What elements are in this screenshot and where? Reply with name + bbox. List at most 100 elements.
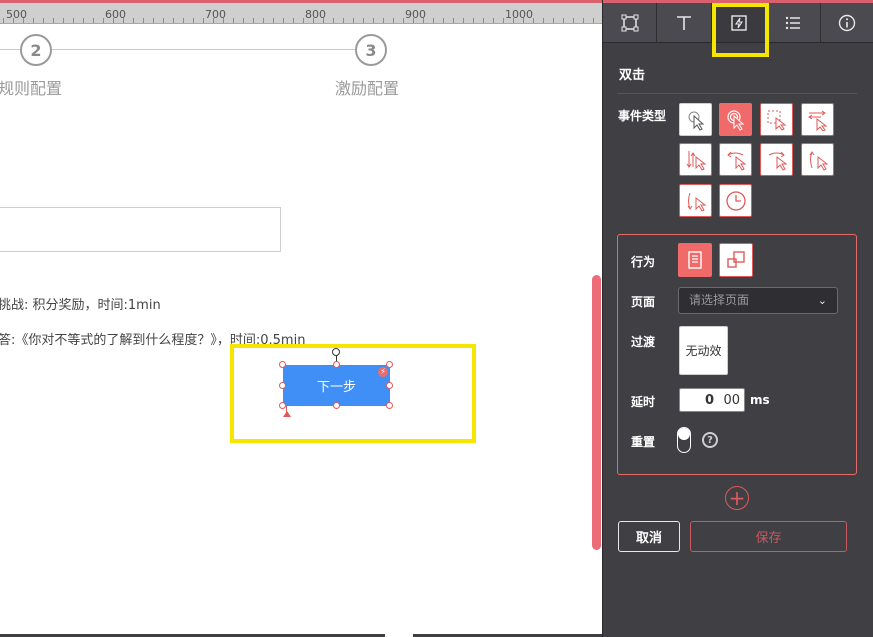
text-input-box[interactable]	[0, 207, 281, 252]
delay-ms-field[interactable]: 00	[718, 393, 744, 408]
ruler-tick	[543, 18, 544, 23]
delay-unit: ms	[750, 393, 770, 407]
step-connector	[52, 49, 355, 50]
ruler-tick	[293, 18, 294, 23]
behavior-open-popup[interactable]	[719, 243, 753, 277]
resize-handle-ne[interactable]	[386, 361, 393, 368]
info-icon	[839, 14, 856, 31]
event-click[interactable]	[679, 103, 712, 136]
ruler-label: 900	[405, 8, 426, 21]
ruler-tick	[373, 18, 374, 23]
cancel-button[interactable]: 取消	[618, 521, 680, 552]
ruler-label: 500	[6, 8, 27, 21]
ruler-tick	[533, 18, 534, 23]
page-select-placeholder: 请选择页面	[689, 293, 750, 307]
design-canvas[interactable]: 500 600 700 800 900 1000 2 规则配置 3 激励配置 挑…	[0, 0, 602, 637]
reset-toggle[interactable]	[677, 427, 691, 453]
ruler-tick	[243, 18, 244, 23]
ruler-tick	[93, 18, 94, 23]
transition-selector[interactable]: 无动效	[679, 326, 728, 375]
resize-handle-nw[interactable]	[279, 361, 286, 368]
challenge-info: 挑战: 积分奖励，时间:1min	[0, 298, 161, 313]
ruler-label: 800	[305, 8, 326, 21]
ruler-tick	[133, 18, 134, 23]
ruler-tick	[53, 18, 54, 23]
rotate-handle[interactable]	[332, 348, 340, 356]
resize-handle-se[interactable]	[386, 402, 393, 409]
delay-seconds-field[interactable]: 0	[680, 393, 718, 408]
event-swipe-up[interactable]	[801, 143, 834, 176]
save-button[interactable]: 保存	[690, 521, 847, 552]
ruler-tick	[403, 18, 404, 23]
ruler-tick	[583, 18, 584, 23]
anchor-icon	[283, 411, 291, 417]
ruler-tick	[463, 18, 464, 23]
ruler-tick	[333, 18, 334, 23]
resize-handle-s[interactable]	[333, 402, 340, 409]
event-type-label: 事件类型	[618, 109, 667, 123]
resize-handle-e[interactable]	[386, 382, 393, 389]
ruler-accent-line	[0, 0, 602, 3]
cursor-hover-icon	[767, 110, 786, 131]
ruler-tick	[263, 18, 264, 23]
event-swipe-down[interactable]	[679, 184, 712, 217]
ruler-tick	[493, 18, 494, 23]
event-section-title: 双击	[619, 68, 646, 83]
tab-info[interactable]	[821, 3, 873, 42]
scrollbar-thumb[interactable]	[592, 275, 601, 550]
behavior-navigate-page[interactable]	[678, 243, 712, 277]
event-swipe-left[interactable]	[719, 143, 752, 176]
event-double-click[interactable]	[719, 103, 752, 136]
toggle-knob	[678, 428, 690, 440]
resize-handle-w[interactable]	[279, 382, 286, 389]
tab-list[interactable]	[766, 3, 821, 42]
ruler-tick	[143, 18, 144, 23]
event-hover[interactable]	[760, 103, 793, 136]
swipe-down-icon	[687, 192, 706, 212]
ruler-tick	[383, 18, 384, 23]
event-swipe-right[interactable]	[760, 143, 793, 176]
event-timer[interactable]	[719, 184, 752, 217]
ruler-tick	[153, 18, 154, 23]
ruler-tick	[593, 18, 594, 23]
resize-handle-n[interactable]	[333, 361, 340, 368]
tab-text[interactable]	[657, 3, 712, 42]
ruler-tick	[573, 18, 574, 23]
tab-layout[interactable]	[603, 3, 658, 42]
next-step-button[interactable]: 下一步 ⚡	[283, 365, 390, 406]
behavior-label: 行为	[631, 255, 656, 269]
add-event-button[interactable]: +	[725, 486, 749, 510]
delay-input[interactable]: 0 00	[679, 388, 745, 412]
help-icon[interactable]: ?	[702, 432, 718, 448]
resize-handle-sw[interactable]	[279, 402, 286, 409]
ruler-tick	[33, 18, 34, 23]
reset-label: 重置	[631, 435, 656, 449]
cursor-click-icon	[688, 111, 704, 131]
text-icon	[677, 15, 692, 30]
event-swipe-horizontal[interactable]	[801, 103, 834, 136]
ruler-tick	[103, 18, 104, 23]
popup-icon	[727, 251, 745, 268]
event-swipe-vertical[interactable]	[679, 143, 712, 176]
ruler-tick	[73, 18, 74, 23]
ruler-tick	[163, 18, 164, 23]
swipe-right-icon	[768, 151, 787, 171]
chevron-down-icon: ⌄	[817, 294, 827, 307]
event-bolt-icon: ⚡	[378, 367, 388, 377]
swipe-left-icon	[726, 151, 746, 171]
tab-event[interactable]	[711, 3, 767, 42]
ruler-tick	[473, 18, 474, 23]
ruler-tick	[283, 18, 284, 23]
ruler-tick	[553, 18, 554, 23]
step-3-circle: 3	[355, 34, 387, 66]
page-select[interactable]: 请选择页面 ⌄	[678, 287, 838, 314]
ruler-tick	[393, 18, 394, 23]
ruler-tick	[483, 18, 484, 23]
page-link-icon	[688, 251, 702, 269]
ruler-tick	[83, 18, 84, 23]
ruler-tick	[193, 18, 194, 23]
section-divider	[617, 93, 857, 94]
step-3-label: 激励配置	[335, 79, 400, 98]
clock-icon	[725, 190, 746, 211]
ruler-tick	[353, 18, 354, 23]
